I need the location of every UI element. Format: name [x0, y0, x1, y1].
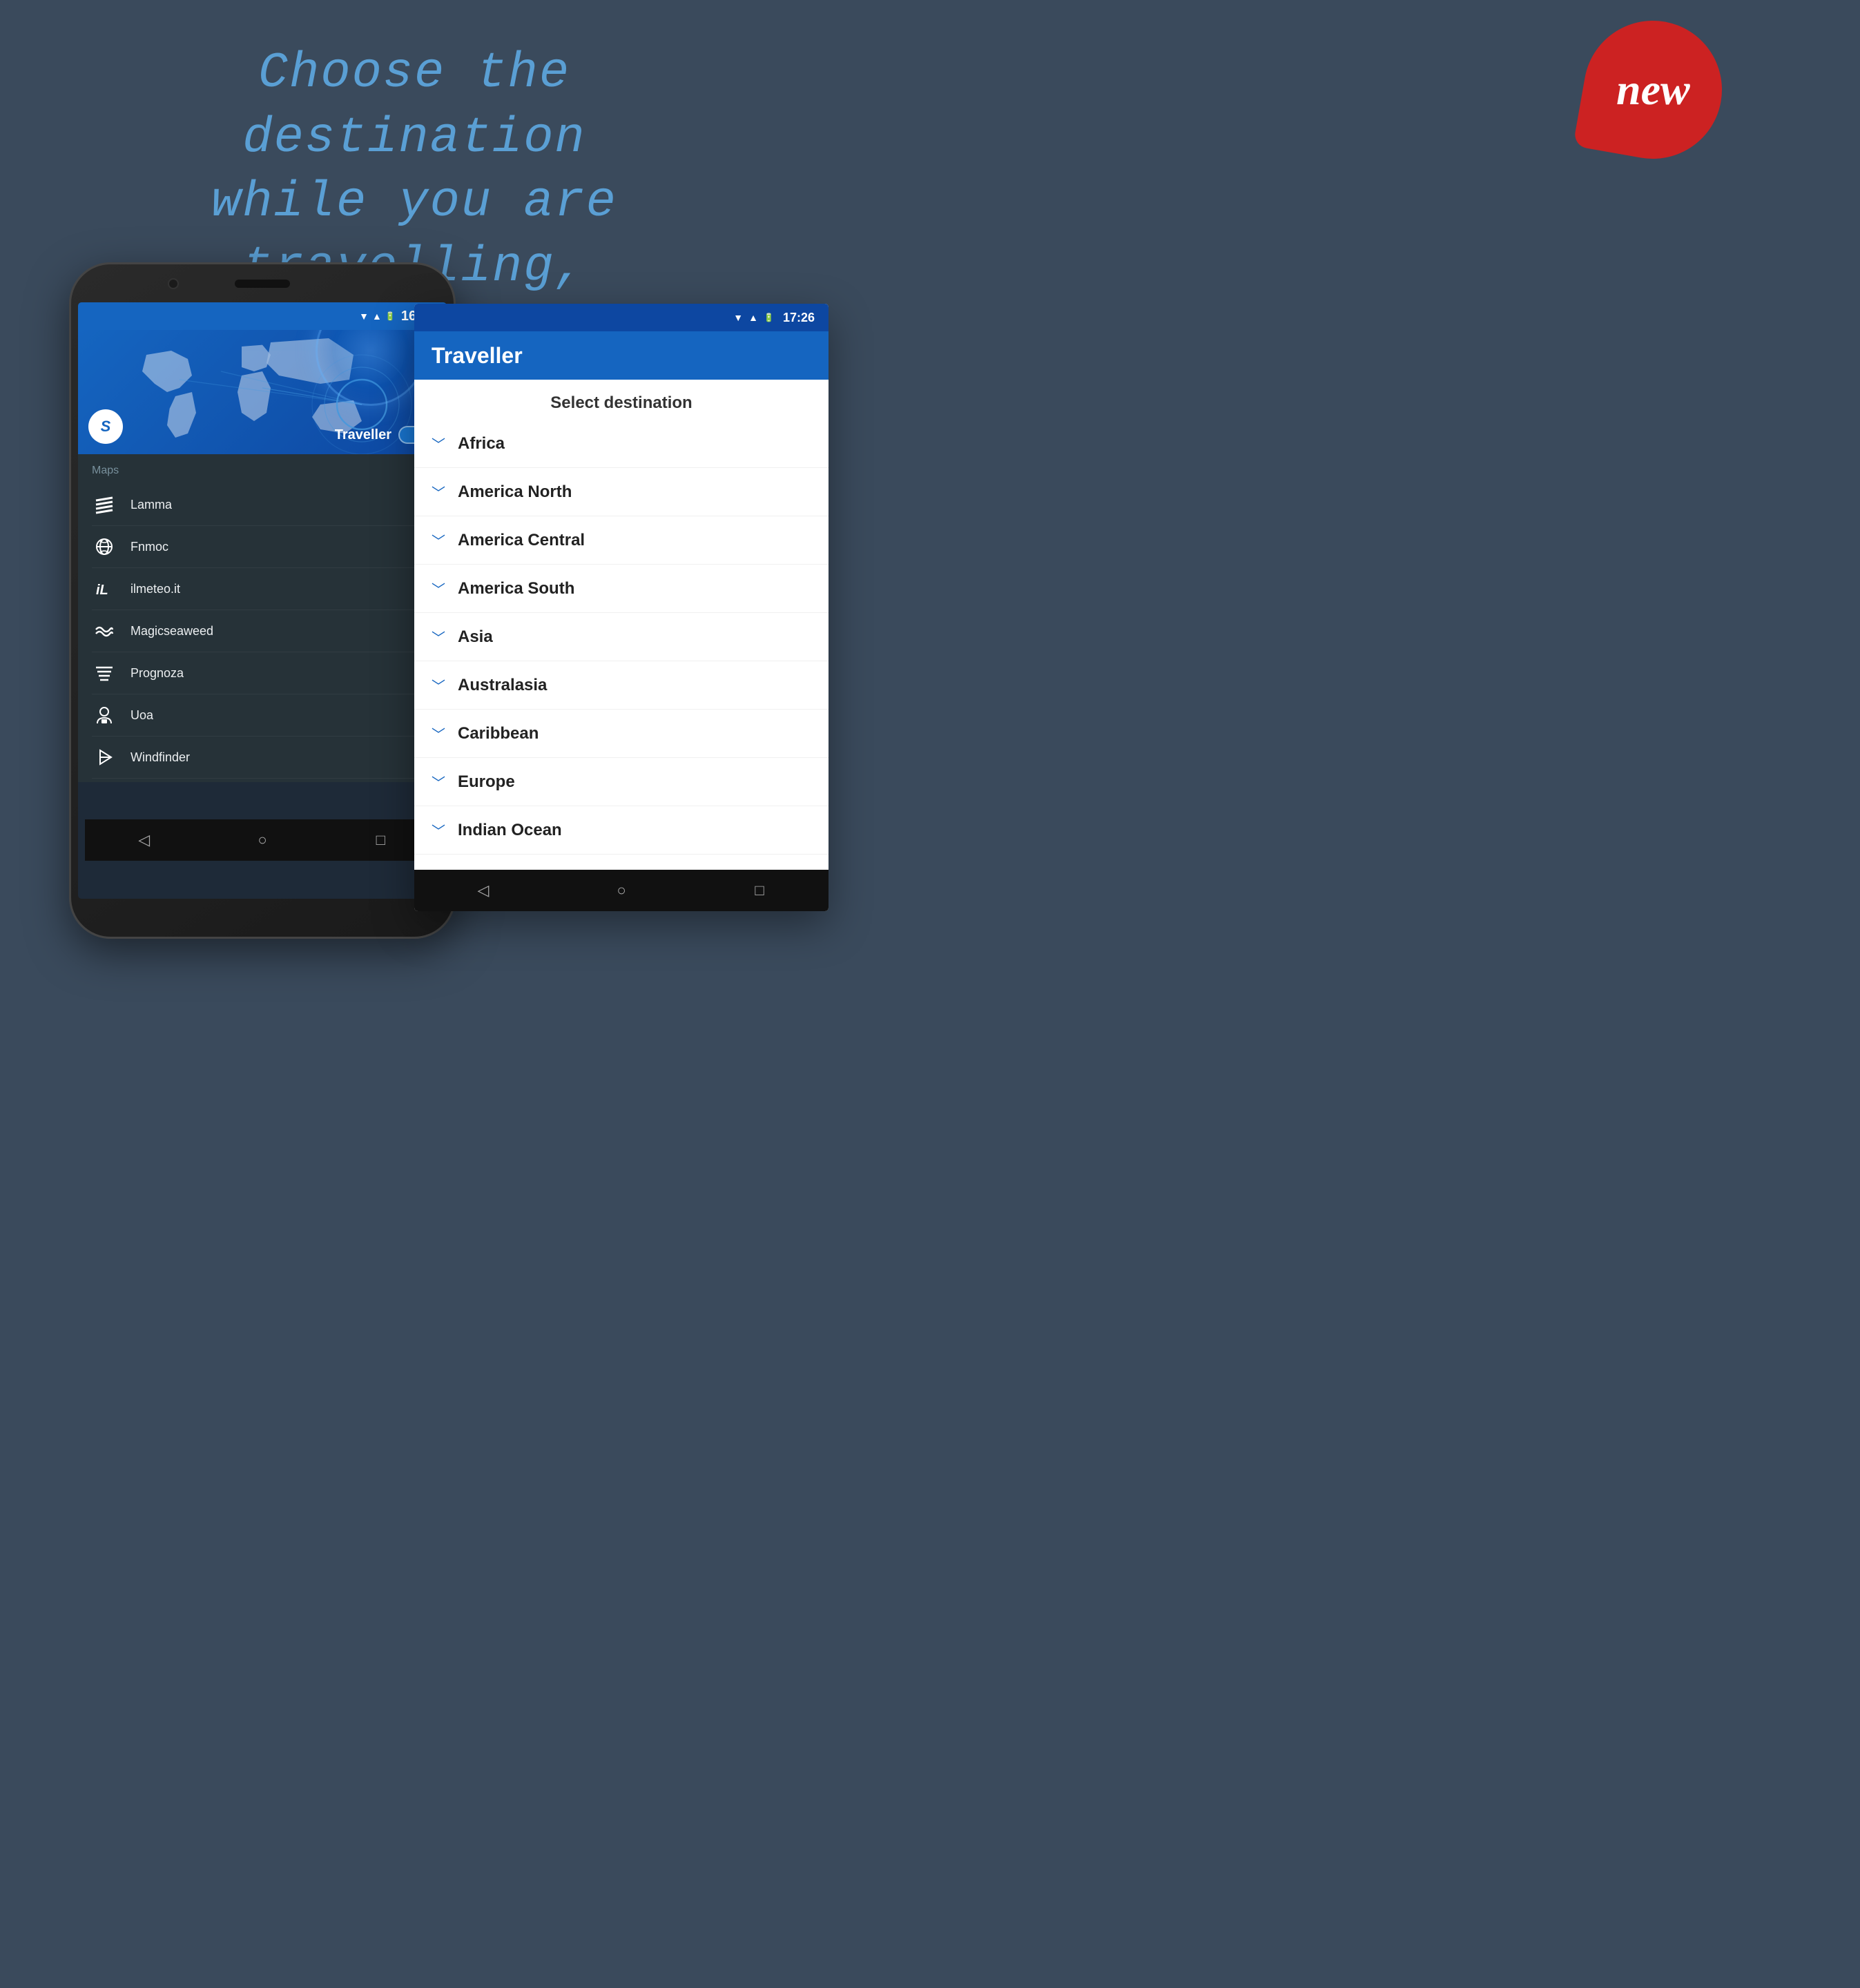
right-battery-icon: 🔋: [764, 313, 774, 322]
chevron-down-icon: ﹀: [432, 772, 445, 792]
africa-label: Africa: [458, 434, 505, 454]
america-south-label: America South: [458, 579, 574, 598]
svg-text:iL: iL: [96, 583, 108, 598]
magicseaweed-icon: [92, 618, 117, 643]
list-item[interactable]: Magicseaweed: [92, 610, 433, 652]
list-item[interactable]: iL ilmeteo.it: [92, 568, 433, 610]
magicseaweed-label: Magicseaweed: [130, 624, 213, 639]
dest-africa[interactable]: ﹀ Africa: [414, 420, 829, 468]
asia-label: Asia: [458, 627, 493, 647]
header-line1: Choose the destination: [138, 41, 690, 170]
right-recent-button[interactable]: □: [746, 877, 773, 904]
battery-icon: 🔋: [385, 311, 396, 321]
chevron-down-icon: ﹀: [432, 820, 445, 840]
list-item[interactable]: Fnmoc: [92, 526, 433, 568]
dest-indian-ocean[interactable]: ﹀ Indian Ocean: [414, 806, 829, 855]
lamma-label: Lamma: [130, 498, 172, 512]
wifi-icon: ▼: [359, 311, 369, 322]
right-panel: ▼ ▲ 🔋 17:26 Traveller Select destination…: [414, 304, 829, 911]
recent-button[interactable]: □: [367, 826, 394, 854]
traveller-label: Traveller: [335, 427, 391, 443]
dest-asia[interactable]: ﹀ Asia: [414, 613, 829, 661]
windfinder-icon: [92, 745, 117, 770]
chevron-down-icon: ﹀: [432, 578, 445, 598]
right-app-header: Traveller: [414, 331, 829, 380]
uoa-icon: [92, 703, 117, 728]
chevron-down-icon: ﹀: [432, 530, 445, 550]
indian-ocean-label: Indian Ocean: [458, 821, 562, 840]
home-button[interactable]: ○: [249, 826, 276, 854]
signal-icon: ▲: [372, 311, 382, 322]
dest-indonesia[interactable]: ﹀ Indonesia: [414, 855, 829, 868]
new-badge: new: [1573, 10, 1733, 170]
right-home-button[interactable]: ○: [608, 877, 635, 904]
maps-section-label: Maps: [92, 465, 433, 477]
chevron-down-icon: ﹀: [432, 675, 445, 695]
list-item[interactable]: Uoa: [92, 694, 433, 737]
right-status-bar: ▼ ▲ 🔋 17:26: [414, 304, 829, 331]
fnmoc-label: Fnmoc: [130, 540, 168, 554]
list-item[interactable]: Prognoza: [92, 652, 433, 694]
left-bottom-nav: ◁ ○ □: [85, 819, 440, 861]
dest-america-north[interactable]: ﹀ America North: [414, 468, 829, 516]
right-wifi-icon: ▼: [733, 312, 743, 323]
europe-label: Europe: [458, 772, 515, 792]
dest-america-central[interactable]: ﹀ America Central: [414, 516, 829, 565]
dest-europe[interactable]: ﹀ Europe: [414, 758, 829, 806]
prognoza-label: Prognoza: [130, 666, 184, 681]
surfdroid-logo: S: [88, 409, 123, 444]
chevron-down-icon: ﹀: [432, 482, 445, 502]
ilmeteo-icon: iL: [92, 576, 117, 601]
back-button[interactable]: ◁: [130, 826, 158, 854]
right-signal-icon: ▲: [748, 312, 758, 323]
dest-caribbean[interactable]: ﹀ Caribbean: [414, 710, 829, 758]
america-north-label: America North: [458, 483, 572, 502]
prognoza-icon: [92, 661, 117, 685]
chevron-down-icon: ﹀: [432, 723, 445, 743]
app-map-header: S ⋮ Traveller: [78, 330, 447, 454]
destination-list: ﹀ Africa ﹀ America North ﹀ America Centr…: [414, 420, 829, 868]
caribbean-label: Caribbean: [458, 724, 539, 743]
windfinder-label: Windfinder: [130, 750, 190, 765]
menu-section: Maps Lamma: [78, 454, 447, 782]
fnmoc-icon: [92, 534, 117, 559]
america-central-label: America Central: [458, 531, 585, 550]
left-phone: ▼ ▲ 🔋 16:48: [69, 262, 456, 939]
right-back-button[interactable]: ◁: [469, 877, 497, 904]
select-destination-label: Select destination: [414, 380, 829, 420]
list-item[interactable]: Lamma: [92, 484, 433, 526]
dest-america-south[interactable]: ﹀ America South: [414, 565, 829, 613]
list-item[interactable]: Windfinder: [92, 737, 433, 779]
right-bottom-nav: ◁ ○ □: [414, 870, 829, 911]
dest-australasia[interactable]: ﹀ Australasia: [414, 661, 829, 710]
left-status-bar: ▼ ▲ 🔋 16:48: [78, 302, 447, 330]
chevron-down-icon: ﹀: [432, 627, 445, 647]
uoa-label: Uoa: [130, 708, 153, 723]
new-badge-label: new: [1616, 64, 1690, 115]
right-panel-title: Traveller: [432, 343, 523, 369]
lamma-icon: [92, 492, 117, 517]
australasia-label: Australasia: [458, 676, 547, 695]
right-clock: 17:26: [783, 311, 815, 325]
left-phone-screen: ▼ ▲ 🔋 16:48: [78, 302, 447, 899]
ilmeteo-label: ilmeteo.it: [130, 582, 180, 596]
chevron-down-icon: ﹀: [432, 433, 445, 454]
